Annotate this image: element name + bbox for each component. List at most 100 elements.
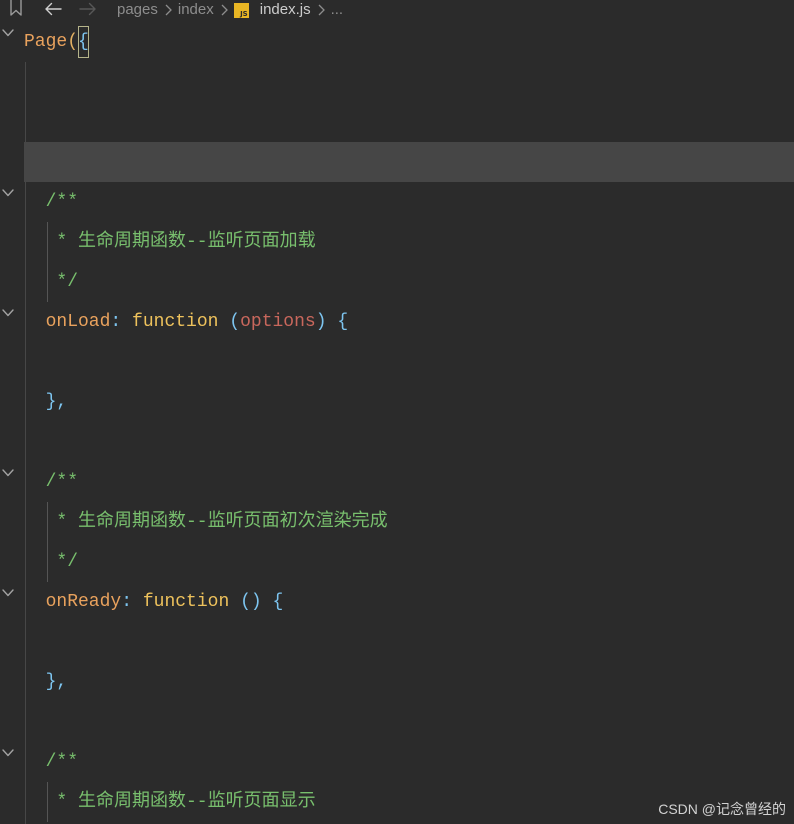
code-line[interactable] (0, 702, 794, 742)
code-text[interactable]: Page({ (24, 22, 794, 62)
code-text[interactable]: * 生命周期函数--监听页面加载 (24, 222, 794, 262)
gutter (0, 422, 24, 462)
chevron-down-icon[interactable] (2, 309, 14, 317)
token-comment: /** (24, 192, 79, 212)
chevron-right-icon (221, 4, 228, 16)
code-text[interactable]: onLoad: function (options) { (24, 302, 794, 342)
code-text[interactable] (24, 342, 794, 382)
chevron-down-icon[interactable] (2, 189, 14, 197)
token-keyword: function (132, 312, 219, 332)
breadcrumb-item-index[interactable]: index (178, 0, 214, 20)
gutter (0, 302, 24, 342)
gutter (0, 742, 24, 782)
token-paren: ( (67, 32, 79, 52)
code-line[interactable]: onReady: function () { (0, 582, 794, 622)
token-parameter: options (240, 312, 316, 332)
chevron-down-icon[interactable] (2, 469, 14, 477)
gutter (0, 62, 24, 102)
token-punctuation: ( (229, 312, 241, 332)
code-line[interactable] (0, 62, 794, 102)
watermark: CSDN @记念曾经的 (658, 801, 786, 817)
code-line[interactable] (0, 342, 794, 382)
token-comment: * 生命周期函数--监听页面初次渲染完成 (24, 512, 388, 532)
code-editor[interactable]: Page({ /** * 生命周期函数--监听页面加载 */ onLoad: f… (0, 22, 794, 824)
code-line[interactable] (0, 102, 794, 142)
token-punctuation: }, (24, 392, 68, 412)
code-text[interactable] (24, 702, 794, 742)
token-punctuation: : (110, 312, 122, 332)
bookmark-icon[interactable] (9, 0, 23, 16)
back-arrow-icon[interactable] (44, 2, 62, 16)
code-line[interactable]: Page({ (0, 22, 794, 62)
code-text[interactable]: onReady: function () { (24, 582, 794, 622)
token-comment: */ (24, 552, 79, 572)
token-punctuation: { (337, 312, 349, 332)
gutter (0, 462, 24, 502)
breadcrumb: pages index JS index.js ... (117, 0, 343, 20)
code-text[interactable]: */ (24, 542, 794, 582)
forward-arrow-icon[interactable] (79, 2, 97, 16)
token-punctuation: : (121, 592, 133, 612)
code-line[interactable]: */ (0, 262, 794, 302)
code-line[interactable]: * 生命周期函数--监听页面初次渲染完成 (0, 502, 794, 542)
token-keyword: function (142, 592, 230, 612)
gutter (0, 782, 24, 822)
token-identifier: onLoad (24, 312, 111, 332)
code-text[interactable]: /** (24, 182, 794, 222)
code-line[interactable]: * 生命周期函数--监听页面加载 (0, 222, 794, 262)
gutter (0, 142, 24, 182)
gutter (0, 502, 24, 542)
code-text[interactable]: * 生命周期函数--监听页面初次渲染完成 (24, 502, 794, 542)
code-text[interactable] (24, 622, 794, 662)
code-text[interactable]: /** (24, 742, 794, 782)
code-line[interactable]: }, (0, 662, 794, 702)
chevron-down-icon[interactable] (2, 29, 14, 37)
token-comment: * 生命周期函数--监听页面加载 (24, 232, 316, 252)
code-line[interactable]: /** (0, 182, 794, 222)
code-line[interactable] (0, 622, 794, 662)
code-text[interactable]: }, (24, 382, 794, 422)
breadcrumb-item-pages[interactable]: pages (117, 0, 158, 20)
token-identifier: Page (24, 32, 68, 52)
token-punctuation: }, (24, 672, 68, 692)
code-text[interactable] (24, 422, 794, 462)
gutter (0, 382, 24, 422)
gutter (0, 102, 24, 142)
code-text[interactable] (24, 102, 794, 142)
breadcrumb-more[interactable]: ... (331, 0, 344, 20)
gutter (0, 542, 24, 582)
code-line[interactable]: onLoad: function (options) { (0, 302, 794, 342)
token-comment: /** (24, 752, 79, 772)
token-punctuation: { (78, 26, 89, 58)
code-lines[interactable]: Page({ /** * 生命周期函数--监听页面加载 */ onLoad: f… (0, 22, 794, 822)
gutter (0, 582, 24, 622)
code-line[interactable] (0, 422, 794, 462)
code-text[interactable]: }, (24, 662, 794, 702)
gutter (0, 262, 24, 302)
token-comment: /** (24, 472, 79, 492)
js-file-icon: JS (233, 2, 249, 18)
gutter (0, 622, 24, 662)
code-text[interactable]: /** (24, 462, 794, 502)
gutter (0, 342, 24, 382)
code-text[interactable] (24, 142, 794, 182)
breadcrumb-item-file[interactable]: index.js (260, 0, 311, 20)
code-line[interactable]: }, (0, 382, 794, 422)
code-line[interactable]: */ (0, 542, 794, 582)
code-text[interactable] (24, 62, 794, 102)
gutter (0, 662, 24, 702)
gutter (0, 22, 24, 62)
gutter (0, 182, 24, 222)
current-code-line[interactable] (0, 142, 794, 182)
chevron-down-icon[interactable] (2, 749, 14, 757)
chevron-down-icon[interactable] (2, 589, 14, 597)
code-line[interactable]: /** (0, 462, 794, 502)
code-line[interactable]: /** (0, 742, 794, 782)
code-text[interactable]: */ (24, 262, 794, 302)
